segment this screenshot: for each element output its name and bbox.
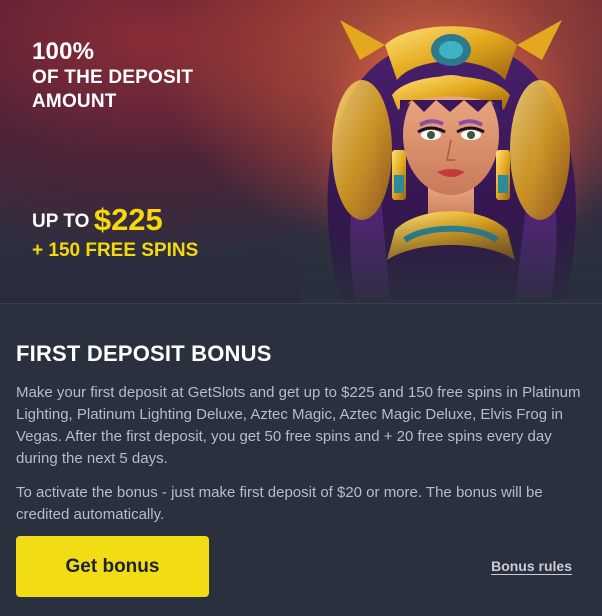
bonus-description: Make your first deposit at GetSlots and … xyxy=(16,384,581,467)
bonus-headline-line2: AMOUNT xyxy=(32,91,117,112)
divider xyxy=(0,303,602,304)
bonus-up-to-label: UP TO xyxy=(32,211,90,232)
bonus-card: 100% OF THE DEPOSIT AMOUNT UP TO $225 + … xyxy=(0,0,602,616)
bonus-description-section: FIRST DEPOSIT BONUS Make your first depo… xyxy=(16,340,586,526)
bonus-percent: 100% xyxy=(32,38,95,65)
bonus-headline-line1: OF THE DEPOSIT xyxy=(32,67,194,88)
promo-banner: 100% OF THE DEPOSIT AMOUNT UP TO $225 + … xyxy=(0,0,602,304)
get-bonus-button[interactable]: Get bonus xyxy=(16,536,209,597)
bonus-free-spins: + 150 FREE SPINS xyxy=(32,240,199,261)
activation-note: To activate the bonus - just make first … xyxy=(16,484,543,523)
bonus-rules-link[interactable]: Bonus rules xyxy=(491,558,572,574)
bonus-amount: UP TO $225 xyxy=(32,202,163,238)
bonus-headline: 100% OF THE DEPOSIT AMOUNT xyxy=(32,38,193,114)
bonus-amount-value: $225 xyxy=(93,202,163,237)
egyptian-queen-illustration xyxy=(300,0,602,304)
section-title: FIRST DEPOSIT BONUS xyxy=(16,341,272,366)
